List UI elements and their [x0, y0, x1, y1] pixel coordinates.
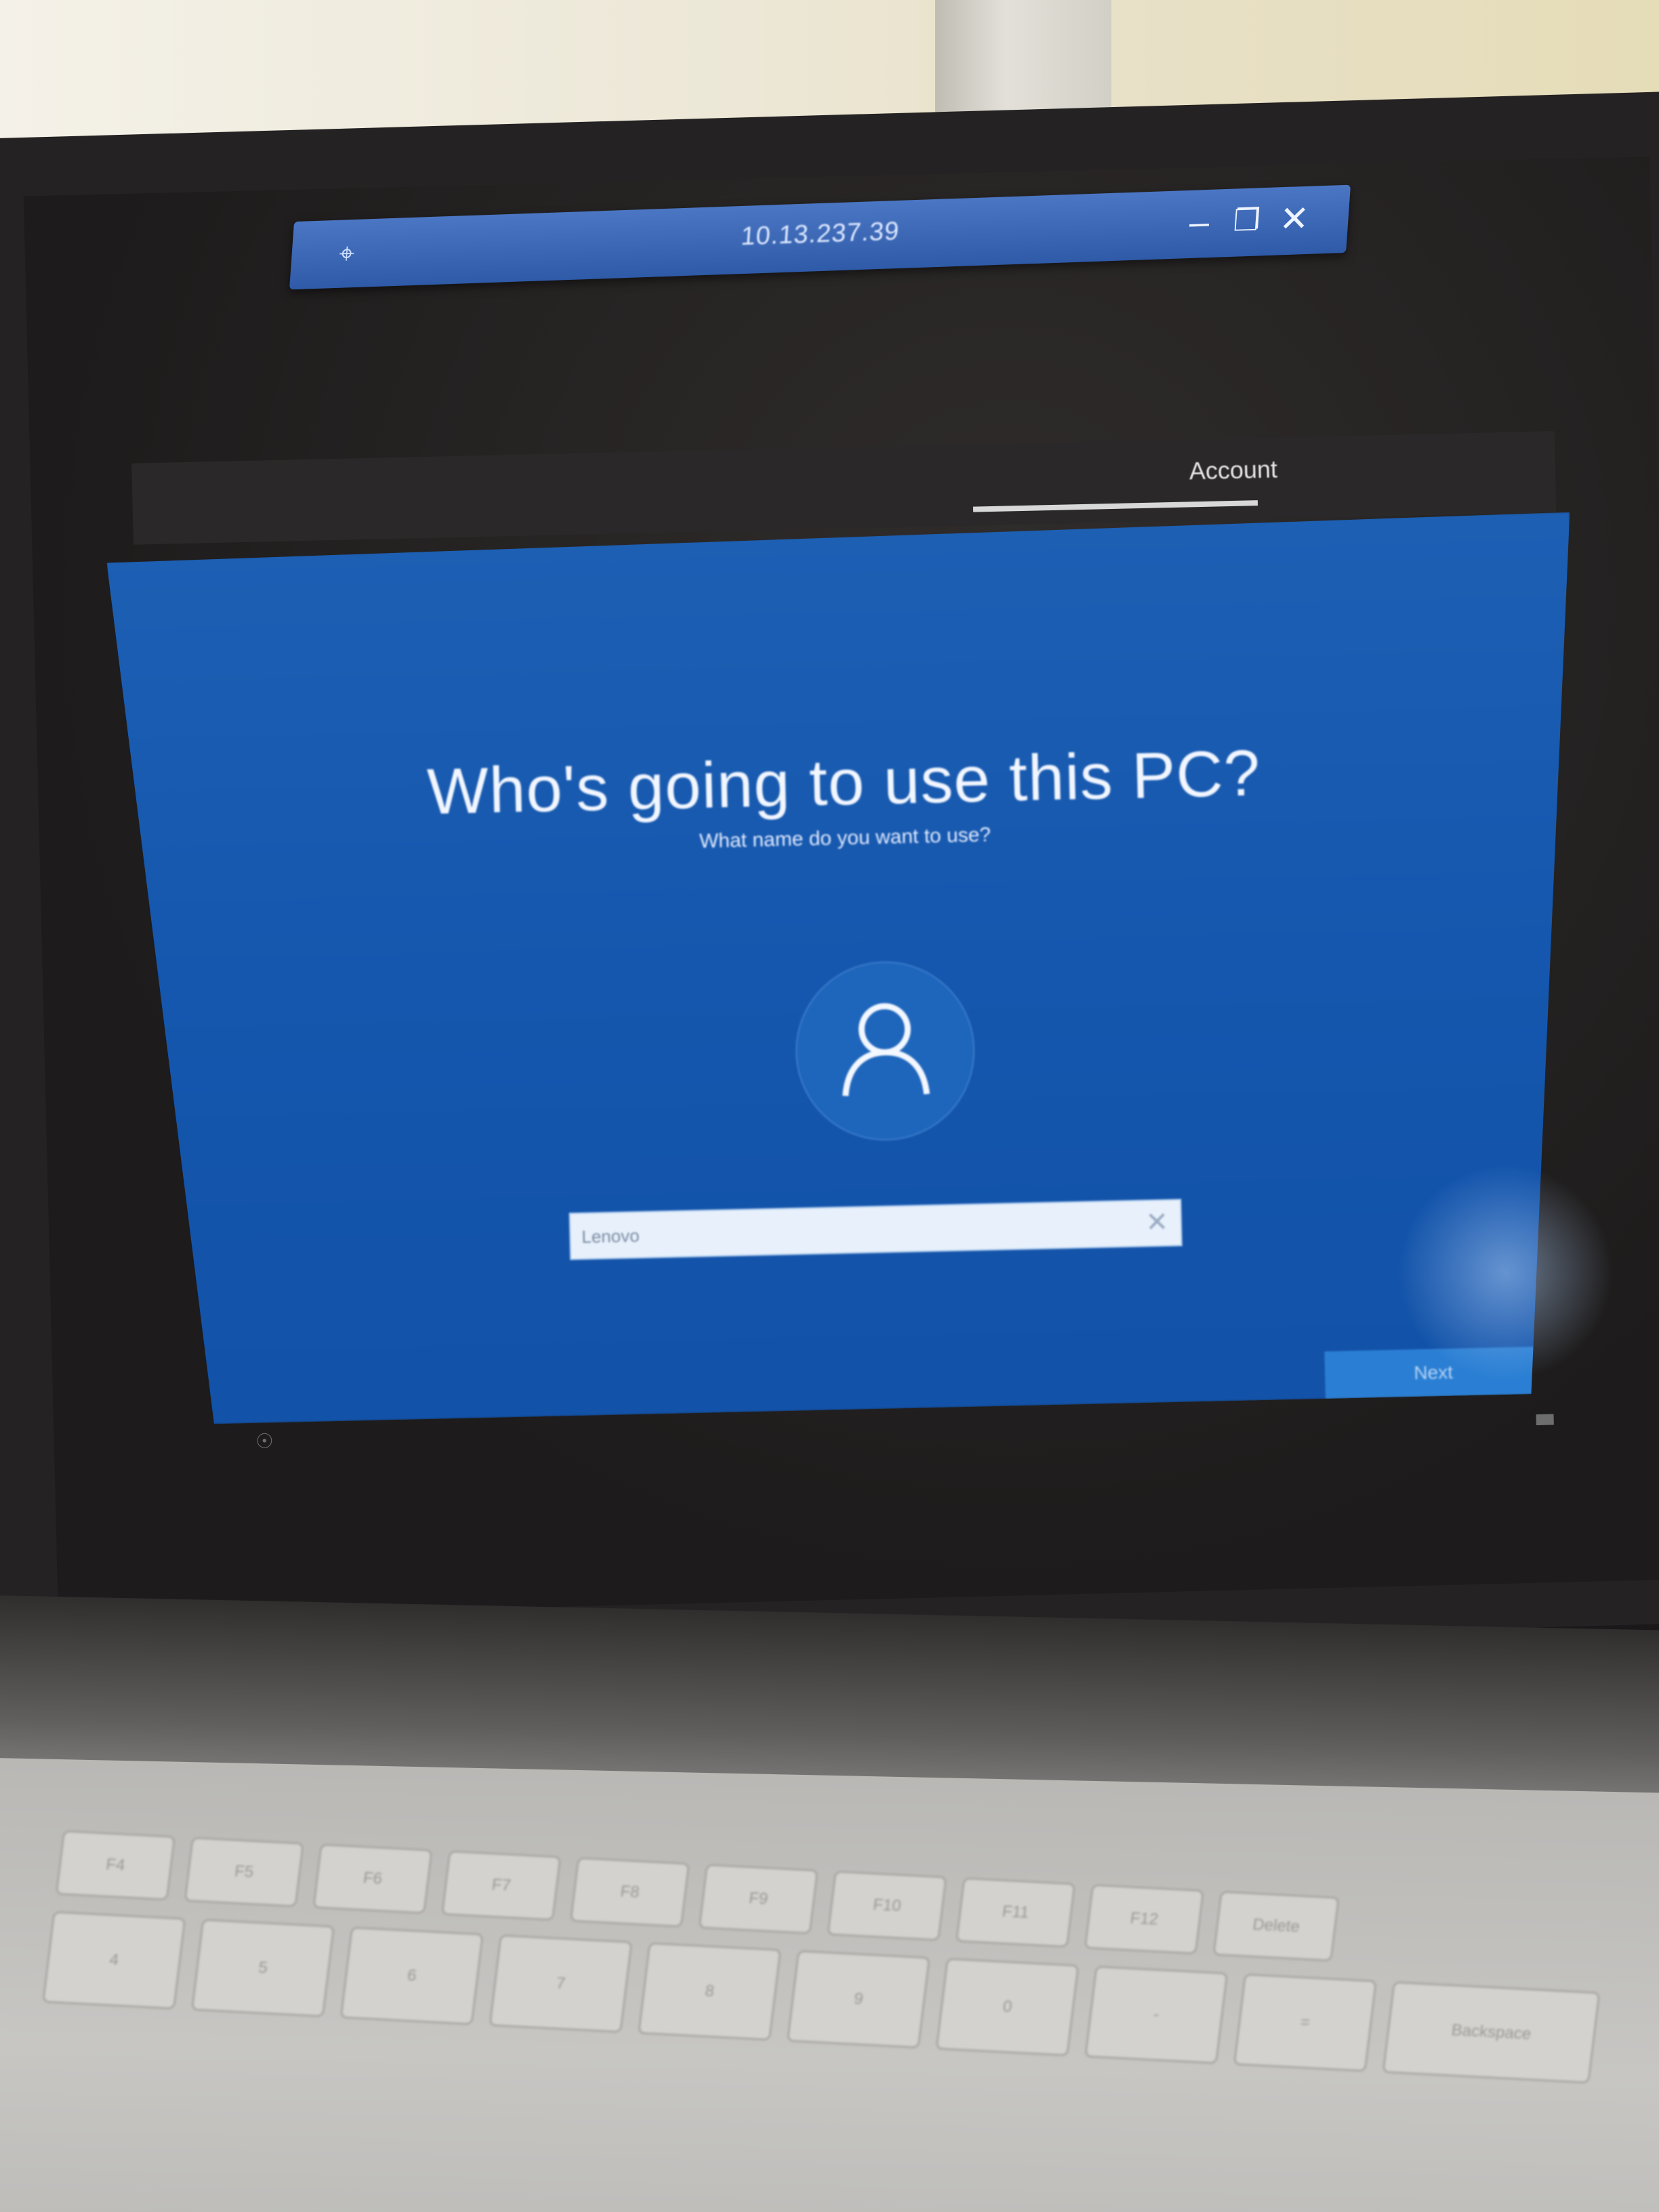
- key-5: 5: [190, 1919, 335, 2018]
- key-f9: F9: [698, 1864, 819, 1935]
- keyboard-icon[interactable]: [1536, 1414, 1554, 1426]
- accessibility-icon[interactable]: ☉: [255, 1429, 274, 1454]
- name-input[interactable]: [580, 1208, 1126, 1253]
- key-backspace: Backspace: [1382, 1981, 1601, 2084]
- photo-scene: ⌖ 10.13.237.39 – ❐ ✕ Account Who's going…: [0, 0, 1659, 2212]
- key-4: 4: [42, 1910, 186, 2010]
- key-minus: -: [1084, 1965, 1229, 2064]
- key-0: 0: [935, 1957, 1080, 2057]
- close-button[interactable]: ✕: [1273, 198, 1316, 240]
- key-f10: F10: [827, 1870, 947, 1942]
- key-7: 7: [489, 1934, 633, 2033]
- key-9: 9: [786, 1950, 930, 2049]
- minimize-button[interactable]: –: [1178, 201, 1221, 243]
- screen-glare: [1395, 1162, 1617, 1384]
- key-f8: F8: [569, 1857, 691, 1928]
- key-f4: F4: [55, 1830, 176, 1901]
- name-field[interactable]: ✕: [569, 1199, 1182, 1260]
- key-f7: F7: [441, 1850, 562, 1921]
- key-equals: =: [1233, 1973, 1378, 2072]
- key-delete: Delete: [1212, 1890, 1340, 1962]
- key-f6: F6: [312, 1843, 433, 1914]
- avatar: [794, 960, 977, 1143]
- key-8: 8: [637, 1942, 782, 2041]
- restore-button[interactable]: ❐: [1225, 200, 1269, 242]
- key-6: 6: [340, 1926, 484, 2026]
- user-icon: [836, 996, 933, 1099]
- key-f12: F12: [1084, 1883, 1205, 1955]
- setup-window: Account Who's going to use this PC? What…: [91, 417, 1617, 1453]
- clear-icon[interactable]: ✕: [1145, 1206, 1169, 1239]
- key-f11: F11: [955, 1877, 1076, 1948]
- setup-panel: Who's going to use this PC? What name do…: [106, 512, 1590, 1427]
- key-f5: F5: [184, 1837, 304, 1908]
